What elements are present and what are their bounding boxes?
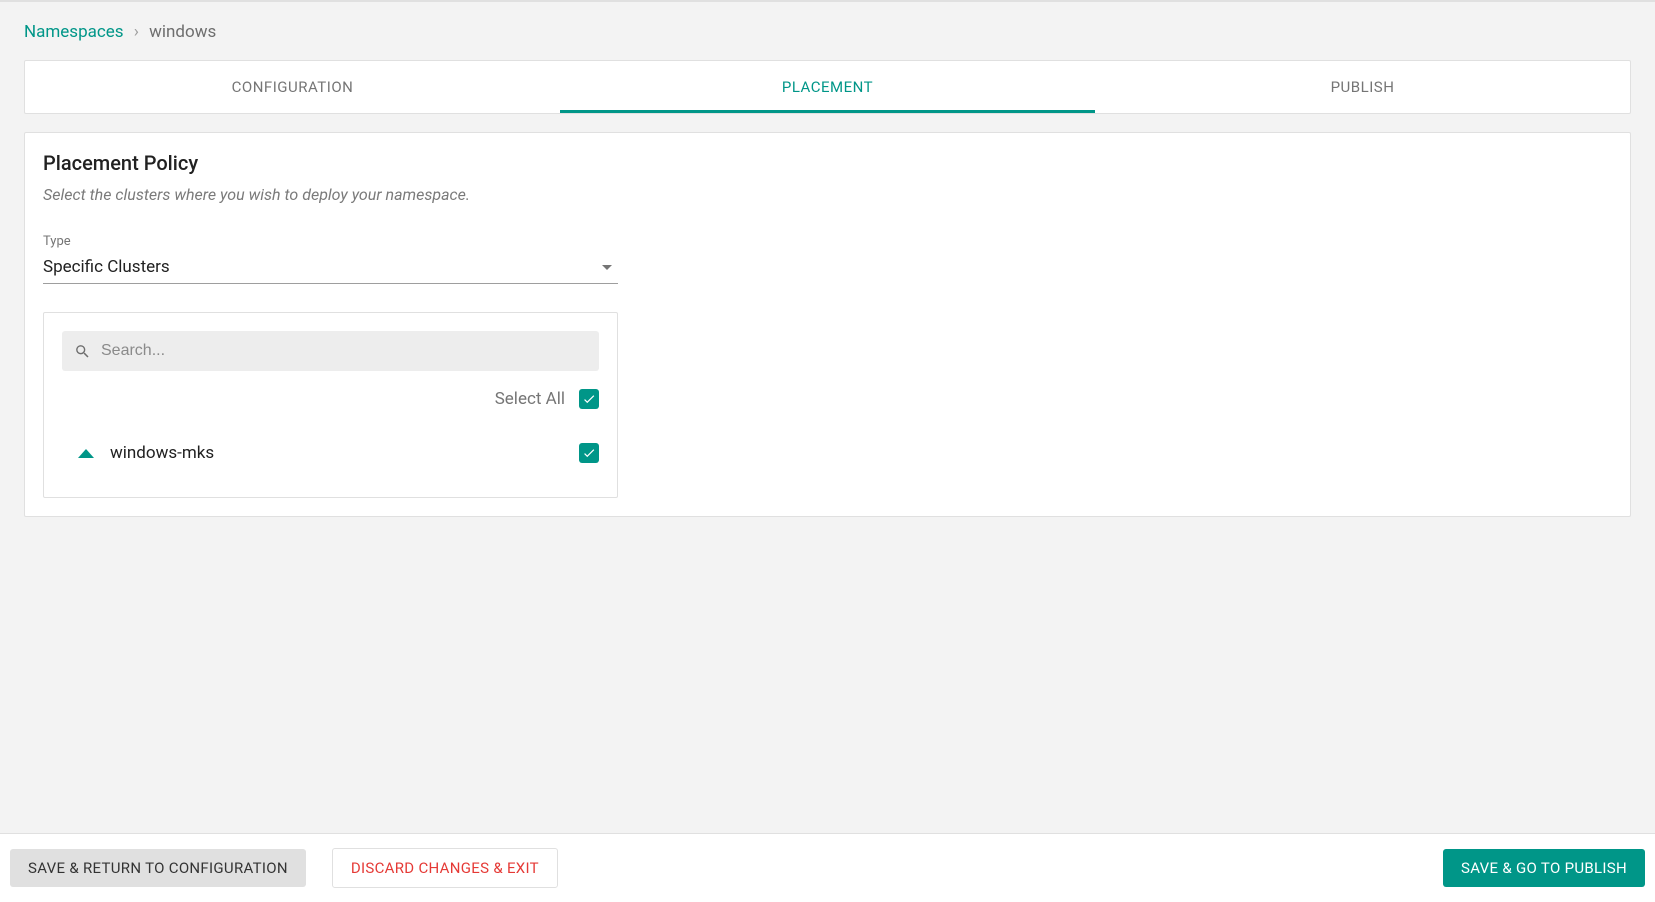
caret-down-icon	[602, 265, 612, 270]
type-select-value: Specific Clusters	[43, 257, 170, 277]
save-return-button[interactable]: SAVE & RETURN TO CONFIGURATION	[10, 849, 306, 887]
tab-configuration[interactable]: CONFIGURATION	[25, 61, 560, 113]
select-all-row: Select All	[62, 389, 599, 409]
search-box	[62, 331, 599, 371]
discard-button[interactable]: DISCARD CHANGES & EXIT	[332, 848, 558, 888]
cluster-row: windows-mks	[62, 435, 599, 479]
cluster-panel: Select All windows-mks	[43, 312, 618, 498]
placement-card: Placement Policy Select the clusters whe…	[24, 132, 1631, 517]
page-title: Placement Policy	[43, 151, 1612, 175]
type-label: Type	[43, 234, 1612, 249]
breadcrumb-separator: ›	[134, 22, 139, 42]
page-subtitle: Select the clusters where you wish to de…	[43, 185, 1612, 204]
footer-bar: SAVE & RETURN TO CONFIGURATION DISCARD C…	[0, 833, 1655, 902]
tab-publish[interactable]: PUBLISH	[1095, 61, 1630, 113]
cluster-checkbox[interactable]	[579, 443, 599, 463]
select-all-label: Select All	[495, 389, 565, 409]
expand-up-icon[interactable]	[78, 449, 94, 458]
type-select[interactable]: Specific Clusters	[43, 253, 618, 284]
select-all-checkbox[interactable]	[579, 389, 599, 409]
search-icon	[74, 343, 91, 360]
tabs: CONFIGURATION PLACEMENT PUBLISH	[24, 60, 1631, 114]
save-publish-button[interactable]: SAVE & GO TO PUBLISH	[1443, 849, 1645, 887]
breadcrumb-root-link[interactable]: Namespaces	[24, 22, 124, 42]
tab-placement[interactable]: PLACEMENT	[560, 61, 1095, 113]
search-input[interactable]	[101, 342, 587, 360]
cluster-name: windows-mks	[110, 443, 579, 463]
breadcrumb-current: windows	[149, 22, 216, 42]
breadcrumb: Namespaces › windows	[0, 0, 1655, 60]
